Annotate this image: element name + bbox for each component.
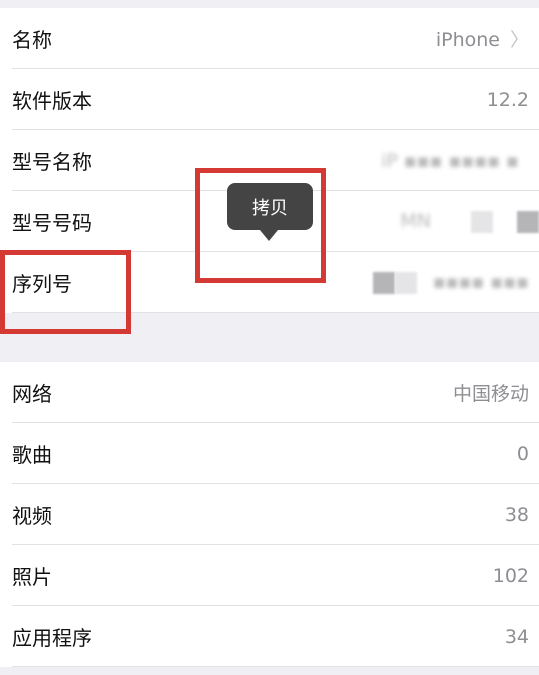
row-value: 38 [504,503,529,526]
row-photos: 照片 102 [0,545,539,606]
usage-group: 网络 中国移动 歌曲 0 视频 38 照片 102 应用程序 34 [0,362,539,667]
copy-label: 拷贝 [252,197,288,219]
row-label: 软件版本 [12,89,92,113]
mosaic [471,210,493,233]
row-label: 歌曲 [12,443,52,467]
mosaic [394,271,417,294]
row-videos: 视频 38 [0,484,539,545]
row-songs: 歌曲 0 [0,423,539,484]
row-value: iPhone [435,29,500,51]
row-applications: 应用程序 34 [0,606,539,667]
row-name[interactable]: 名称 iPhone 〉 [0,8,539,69]
mosaic [517,210,539,233]
row-value: 34 [504,625,529,648]
row-label: 视频 [12,504,52,528]
row-label: 应用程序 [12,626,92,650]
row-label: 型号号码 [12,211,92,235]
highlight-box-serial-label [0,250,131,334]
top-spacer [0,0,539,8]
row-value-obscured: MN [400,210,431,233]
row-value: 12.2 [486,88,529,111]
row-value-obscured: iP [381,149,398,172]
row-label: 型号名称 [12,150,92,174]
row-value: 0 [516,442,529,465]
copy-tooltip-button[interactable]: 拷贝 [227,183,313,241]
row-label: 名称 [12,28,52,52]
row-value: 中国移动 [452,383,529,405]
row-value: 102 [492,564,529,587]
row-label: 照片 [12,565,52,589]
row-label: 网络 [12,382,52,406]
chevron-right-icon: 〉 [509,29,529,51]
row-software-version: 软件版本 12.2 [0,69,539,130]
row-network: 网络 中国移动 [0,362,539,423]
mosaic [372,271,395,294]
